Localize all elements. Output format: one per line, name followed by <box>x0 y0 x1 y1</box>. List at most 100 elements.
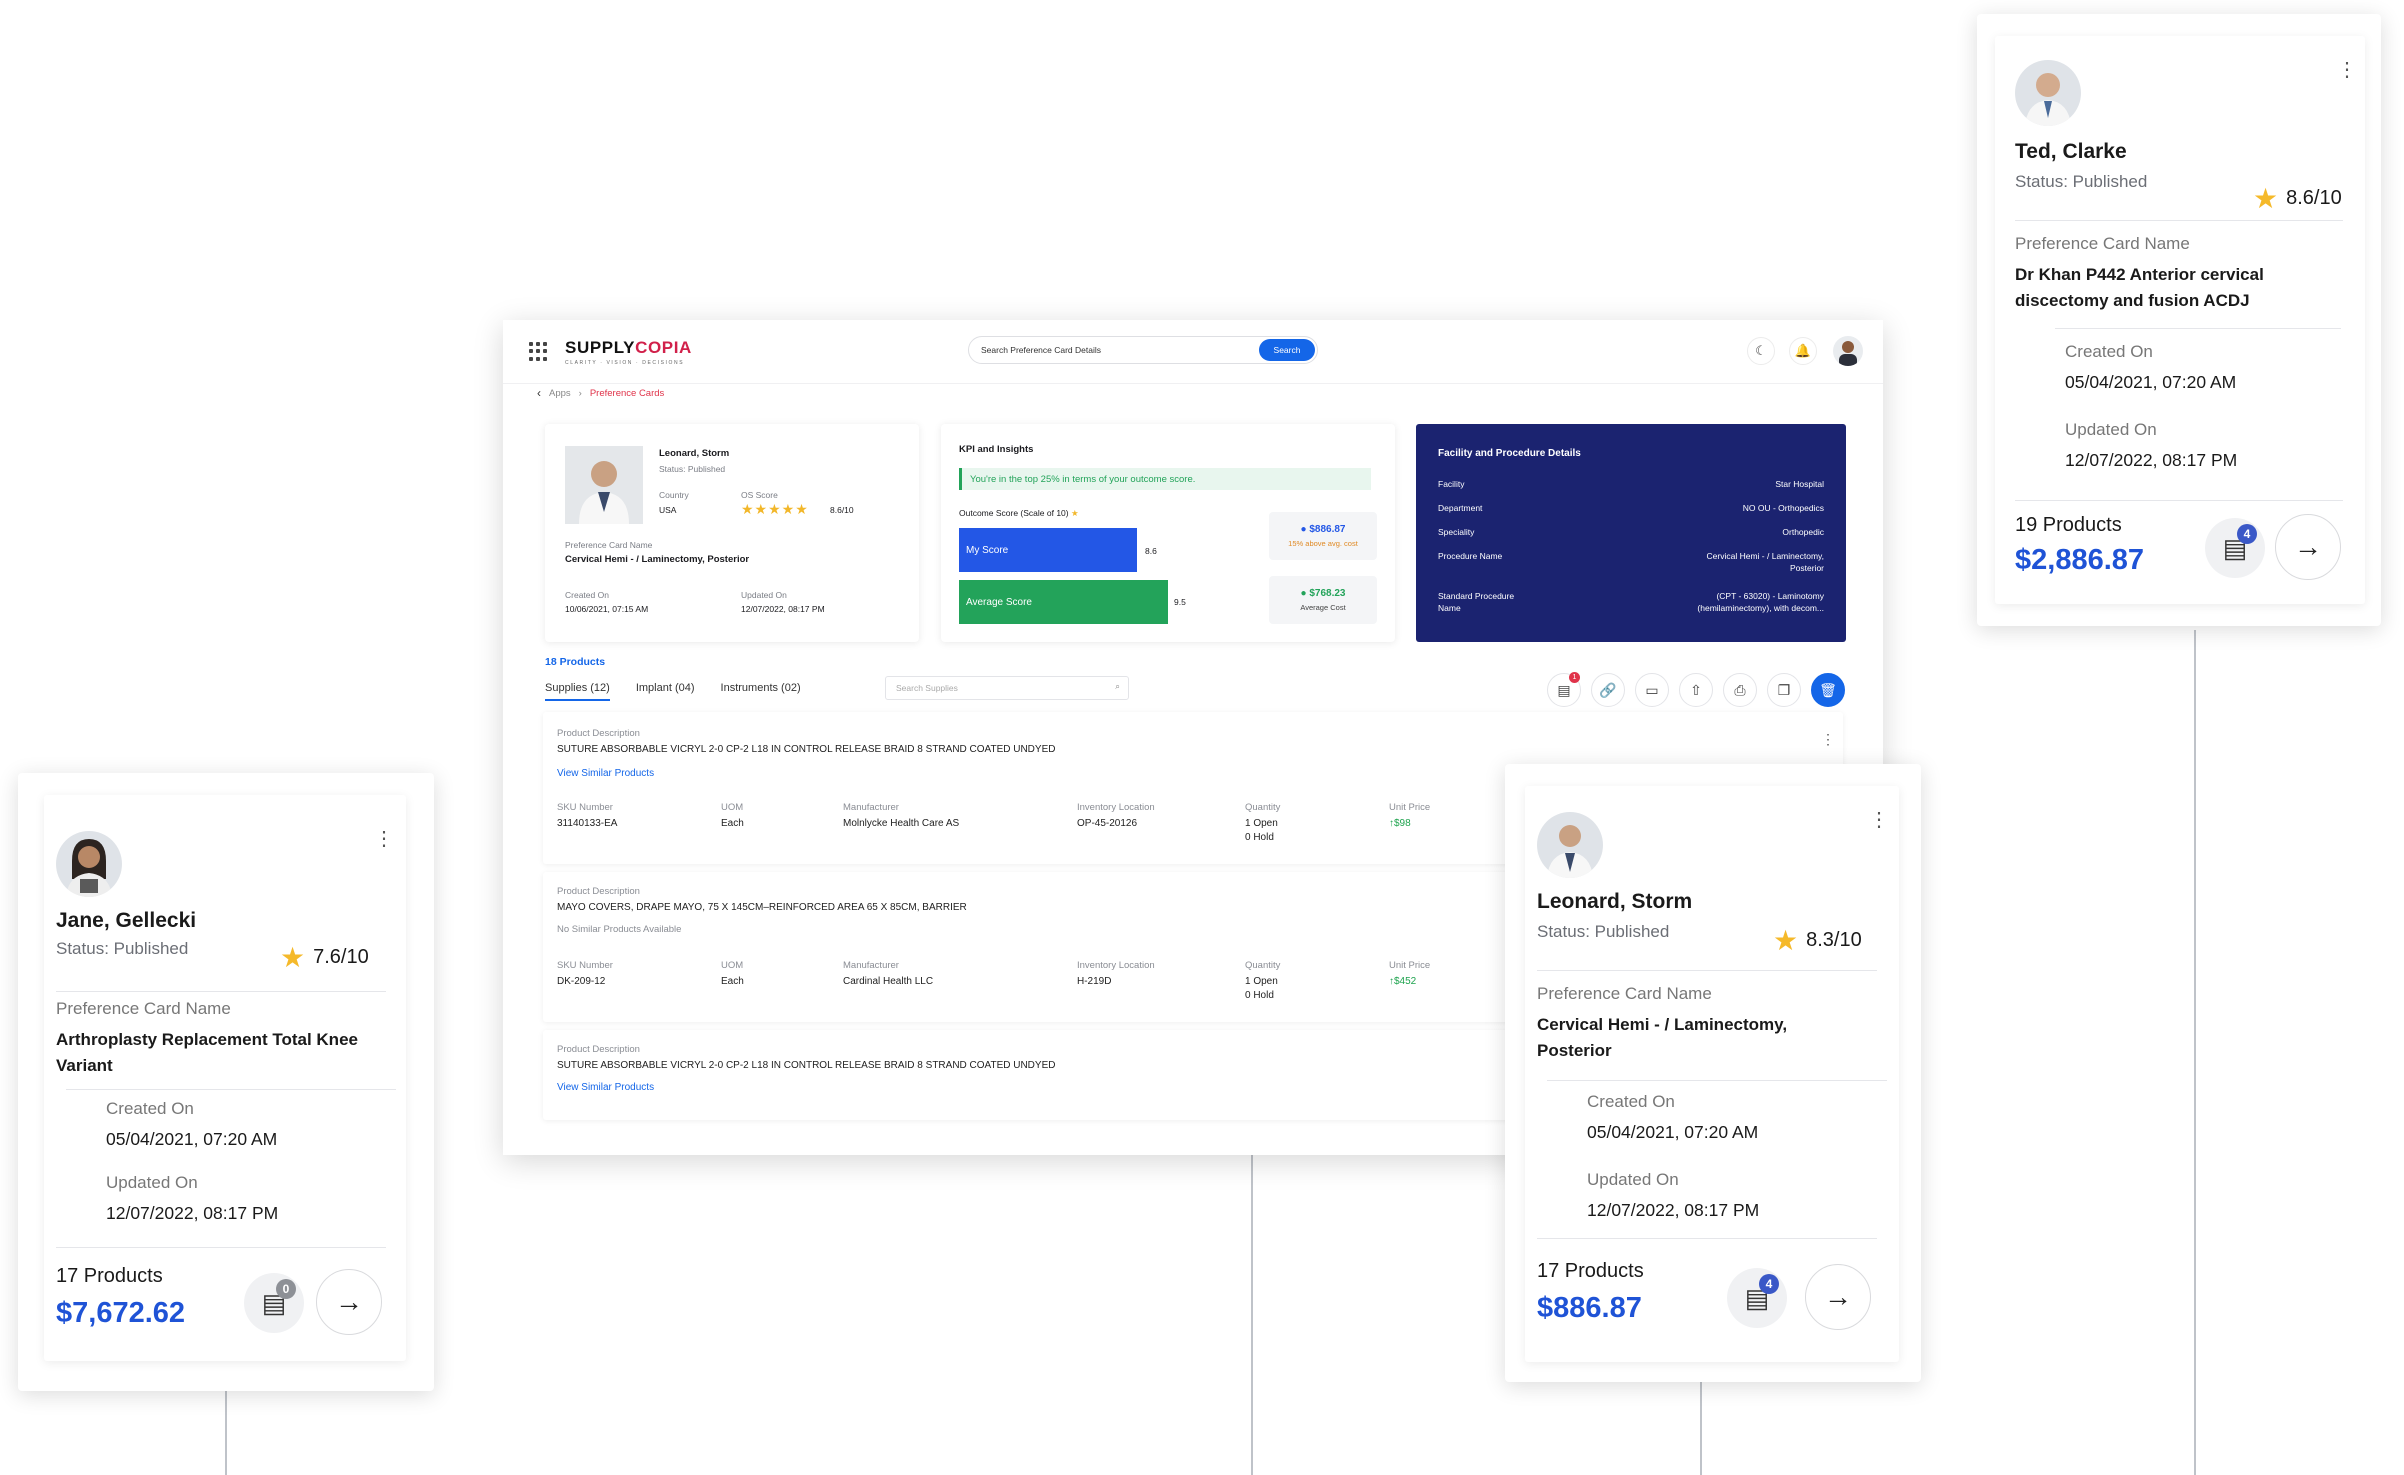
row-menu-icon[interactable]: ⋮ <box>1821 732 1835 746</box>
star-icon: ★ <box>1773 925 1799 956</box>
product-description-label: Product Description <box>557 1044 640 1055</box>
card-doctor-name: Jane, Gellecki <box>56 909 197 932</box>
upload-icon[interactable]: ⇧ <box>1679 673 1713 707</box>
print-icon[interactable]: ⎙ <box>1723 673 1757 707</box>
card-preference-name: Arthroplasty Replacement Total Knee Vari… <box>56 1030 358 1075</box>
star-rating-icon: ★★★★★ <box>741 501 809 517</box>
created-value: 10/06/2021, 07:15 AM <box>565 604 649 614</box>
kpi-banner: You're in the top 25% in terms of your o… <box>959 468 1371 490</box>
created-value: 05/04/2021, 07:20 AM <box>2065 372 2237 392</box>
user-avatar[interactable] <box>1833 336 1863 366</box>
updated-label: Updated On <box>1587 1170 1679 1189</box>
card-menu-icon[interactable]: ⋮ <box>2337 60 2357 80</box>
manufacturer-label: Manufacturer <box>843 802 899 813</box>
average-score-bar: Average Score <box>959 580 1168 624</box>
created-label: Created On <box>565 590 609 600</box>
price-label: Unit Price <box>1389 802 1431 813</box>
card-icon[interactable]: ▭ <box>1635 673 1669 707</box>
quantity-open: 1 Open <box>1245 976 1278 987</box>
preference-card-leonard[interactable]: ⋮ Leonard, Storm Status: Published ★ 8.3/… <box>1505 764 1921 1382</box>
uom-label: UOM <box>721 960 744 971</box>
copy-icon[interactable]: ❐ <box>1767 673 1801 707</box>
card-preference-name: Cervical Hemi - / Laminectomy, Posterior <box>1537 1015 1788 1060</box>
facility-panel: Facility and Procedure Details Facility S… <box>1416 424 1846 642</box>
sku-value: 31140133-EA <box>557 818 618 829</box>
sku-label: SKU Number <box>557 960 613 971</box>
created-label: Created On <box>106 1099 194 1118</box>
back-chevron-icon[interactable]: ‹ <box>537 386 541 400</box>
open-arrow-button[interactable]: → <box>2275 514 2341 580</box>
speciality-row: Speciality Orthopedic <box>1438 527 1824 537</box>
country-label: Country <box>659 490 689 500</box>
department-row: Department NO OU - Orthopedics <box>1438 503 1824 513</box>
procedure-row: Procedure Name Cervical Hemi - / Laminect… <box>1438 551 1824 573</box>
star-icon: ★ <box>2253 183 2279 214</box>
manufacturer-value: Molnlycke Health Care AS <box>843 818 960 829</box>
card-preference-name: Dr Khan P442 Anterior cervical discectom… <box>2015 265 2264 310</box>
supplies-search-input[interactable]: Search Supplies ⌕ <box>885 676 1129 700</box>
no-similar-products: No Similar Products Available <box>557 924 682 935</box>
search-input[interactable]: Search Preference Card Details Search <box>968 336 1318 364</box>
star-icon: ★ <box>280 942 306 973</box>
kpi-panel: KPI and Insights You're in the top 25% i… <box>941 424 1395 642</box>
preference-card-jane[interactable]: ⋮ Jane, Gellecki Status: Published ★ 7.6/… <box>18 773 434 1391</box>
updated-value: 12/07/2022, 08:17 PM <box>106 1203 279 1223</box>
tab-implant[interactable]: Implant (04) <box>636 682 695 701</box>
location-value: H-219D <box>1077 976 1112 987</box>
country-value: USA <box>659 505 677 515</box>
manufacturer-value: Cardinal Health LLC <box>843 976 934 987</box>
tab-instruments[interactable]: Instruments (02) <box>721 682 801 701</box>
products-count: 17 Products <box>1537 1260 1644 1282</box>
card-score: ★ 8.3/10 <box>1773 925 1862 956</box>
products-count: 17 Products <box>56 1265 163 1287</box>
product-description: MAYO COVERS, DRAPE MAYO, 75 X 145CM–REIN… <box>557 902 967 913</box>
quantity-label: Quantity <box>1245 960 1281 971</box>
profile-panel: Leonard, Storm Status: Published Country… <box>545 424 919 642</box>
breadcrumb-current: Preference Cards <box>589 387 665 399</box>
open-arrow-button[interactable]: → <box>316 1269 382 1335</box>
link-icon[interactable]: 🔗 <box>1591 673 1625 707</box>
quantity-label: Quantity <box>1245 802 1281 813</box>
preference-card-ted[interactable]: ⋮ Ted, Clarke Status: Published ★ 8.6/10 … <box>1977 14 2381 626</box>
tab-supplies[interactable]: Supplies (12) <box>545 682 610 701</box>
updated-label: Updated On <box>2065 420 2157 439</box>
uom-label: UOM <box>721 802 744 813</box>
created-value: 05/04/2021, 07:20 AM <box>1587 1122 1759 1142</box>
delete-icon[interactable]: 🗑 <box>1811 673 1845 707</box>
my-score-value: 8.6 <box>1145 546 1157 556</box>
card-menu-icon[interactable]: ⋮ <box>374 829 394 849</box>
created-value: 05/04/2021, 07:20 AM <box>106 1129 278 1149</box>
document-icon[interactable]: ▤ 0 <box>244 1273 304 1333</box>
breadcrumb: ‹ Apps › Preference Cards <box>537 386 665 400</box>
my-score-bar: My Score <box>959 528 1137 572</box>
breadcrumb-apps[interactable]: Apps <box>549 388 571 399</box>
card-menu-icon[interactable]: ⋮ <box>1869 810 1889 830</box>
location-label: Inventory Location <box>1077 960 1155 971</box>
outcome-score-label: Outcome Score (Scale of 10) ★ <box>959 508 1079 518</box>
product-description: SUTURE ABSORBABLE VICRYL 2-0 CP-2 L18 IN… <box>557 1060 1056 1071</box>
standard-procedure-row: Standard Procedure Name (CPT - 63020) - L… <box>1438 591 1824 613</box>
products-count: 19 Products <box>2015 514 2122 536</box>
facility-title: Facility and Procedure Details <box>1438 448 1581 459</box>
view-similar-link[interactable]: View Similar Products <box>557 768 654 779</box>
product-description-label: Product Description <box>557 728 640 739</box>
card-name-value: Cervical Hemi - / Laminectomy, Posterior <box>565 554 750 565</box>
card-status: Status: Published <box>2015 172 2148 191</box>
preference-doc-icon[interactable]: ▤ 1 <box>1547 672 1581 707</box>
sku-label: SKU Number <box>557 802 613 813</box>
card-name-label: Preference Card Name <box>56 999 231 1018</box>
updated-label: Updated On <box>741 590 787 600</box>
document-icon[interactable]: ▤ 4 <box>1727 1268 1787 1328</box>
average-cost-box: ● $768.23 Average Cost <box>1269 576 1377 624</box>
open-arrow-button[interactable]: → <box>1805 1264 1871 1330</box>
search-button[interactable]: Search <box>1259 339 1315 361</box>
unit-price: ↑$452 <box>1389 976 1417 987</box>
dark-mode-icon[interactable]: ☾ <box>1747 337 1775 365</box>
product-tabs: Supplies (12) Implant (04) Instruments (… <box>545 682 801 701</box>
view-similar-link[interactable]: View Similar Products <box>557 1082 654 1093</box>
location-value: OP-45-20126 <box>1077 818 1138 829</box>
apps-grid-icon[interactable] <box>529 341 549 362</box>
document-icon[interactable]: ▤ 4 <box>2205 518 2265 578</box>
location-label: Inventory Location <box>1077 802 1155 813</box>
notification-bell-icon[interactable]: 🔔 <box>1789 337 1817 365</box>
